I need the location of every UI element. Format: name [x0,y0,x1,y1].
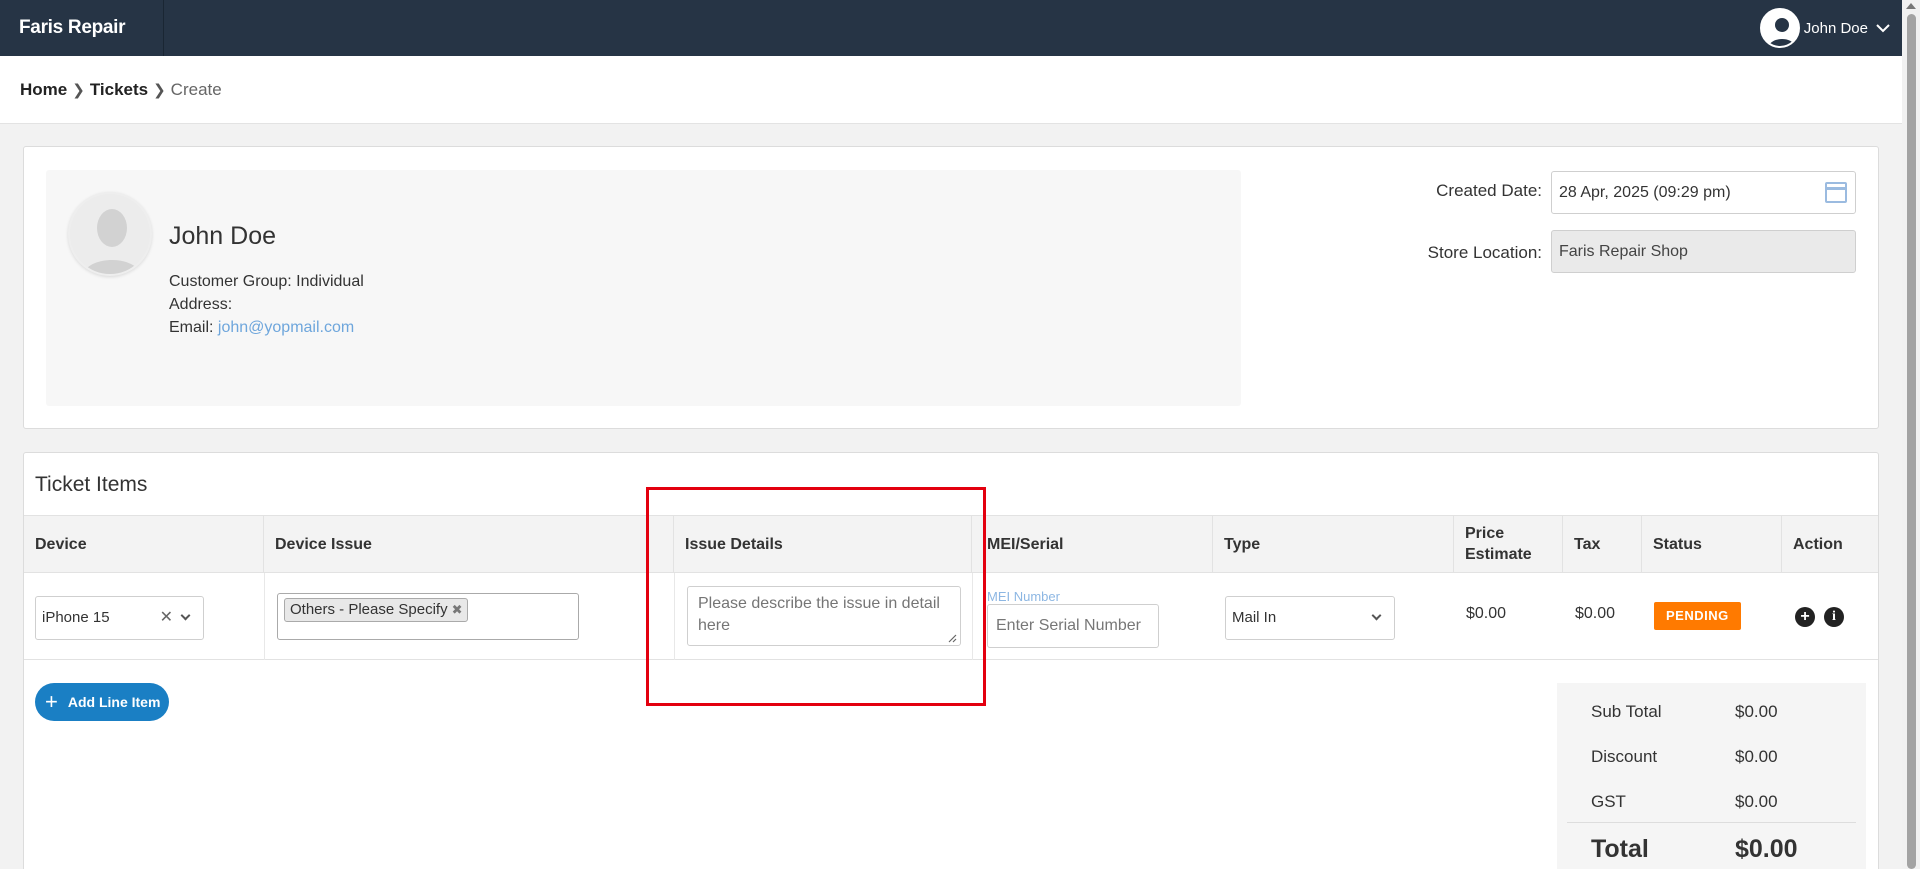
user-avatar [1759,8,1800,48]
brand-name[interactable]: Faris Repair Shop [0,0,164,94]
cell-divider [264,573,265,660]
column-action: Action [1793,535,1843,553]
info-icon[interactable]: i [1824,607,1844,627]
add-line-item-button[interactable]: + Add Line Item [35,683,169,721]
resize-grip-icon[interactable] [947,633,957,643]
store-location-input: Faris Repair Shop [1551,230,1856,273]
page-scrollbar[interactable] [1902,0,1920,869]
status-badge: PENDING [1654,602,1741,630]
chevron-down-icon [1371,610,1382,621]
cell-divider [674,573,675,660]
breadcrumb-bar: Home ❯ Tickets ❯ Create [0,56,1902,124]
ticket-items-panel: Ticket Items Device Device Issue Issue D… [23,452,1879,869]
column-device: Device [24,516,264,572]
customer-panel: John Doe Customer Group: Individual Addr… [23,146,1879,429]
discount-label: Discount [1591,747,1658,766]
totals-summary: Sub Total $0.00 Discount $0.00 GST $0.00… [1557,683,1866,869]
subtotal-value: $0.00 [1735,702,1778,721]
column-price-estimate: Price Estimate [1454,516,1563,572]
type-select[interactable]: Mail In [1225,596,1395,640]
top-navbar: Faris Repair Shop John Doe [0,0,1902,94]
breadcrumb-current: Create [170,80,222,99]
total-value: $0.00 [1735,835,1798,863]
items-table-header: Device Device Issue Issue Details MEI/Se… [24,515,1878,573]
subtotal-label: Sub Total [1591,702,1662,721]
store-location-label: Store Location: [1427,243,1542,262]
gst-value: $0.00 [1735,792,1778,811]
column-type: Type [1213,516,1454,572]
customer-address: Address: [169,296,233,313]
device-issue-select[interactable]: Others - Please Specify ✖ [277,593,579,640]
chevron-down-icon [1876,24,1890,33]
scroll-up-arrow-icon[interactable] [1906,3,1916,9]
customer-email-link[interactable]: john@yopmail.com [218,319,354,336]
chevron-right-icon: ❯ [153,82,166,99]
discount-value: $0.00 [1735,747,1778,766]
issue-details-textarea[interactable] [687,586,961,646]
calendar-icon[interactable] [1825,182,1847,203]
breadcrumb-home[interactable]: Home [20,80,67,100]
cell-divider [972,573,973,660]
clear-icon[interactable]: ✕ [160,597,173,639]
table-row: iPhone 15 ✕ Others - Please Specify✖ MEI… [24,573,1878,660]
customer-group: Customer Group: Individual [169,273,364,290]
totals-divider [1567,822,1856,823]
chevron-right-icon: ❯ [72,82,85,99]
imei-number-label: MEI Number [987,589,1060,604]
gst-label: GST [1591,792,1626,811]
add-icon[interactable]: + [1795,607,1815,627]
chevron-down-icon [180,610,191,621]
device-select[interactable]: iPhone 15 ✕ [35,596,204,640]
customer-avatar [68,192,152,276]
created-date-input[interactable]: 28 Apr, 2025 (09:29 pm) [1551,171,1856,214]
column-tax: Tax [1563,516,1642,572]
customer-card: John Doe Customer Group: Individual Addr… [46,170,1241,406]
user-menu[interactable]: John Doe [1759,0,1898,56]
ticket-items-title: Ticket Items [35,473,148,496]
total-label: Total [1591,835,1649,863]
scroll-thumb[interactable] [1907,14,1916,869]
plus-icon: + [45,689,58,714]
column-imei-serial: MEI/Serial [972,516,1213,572]
customer-email: Email: john@yopmail.com [169,319,355,336]
column-device-issue: Device Issue [264,516,674,572]
issue-tag: Others - Please Specify ✖ [284,598,469,622]
created-date-label: Created Date: [1436,181,1542,200]
remove-tag-icon[interactable]: ✖ [452,602,463,617]
tax-value: $0.00 [1575,605,1616,622]
breadcrumb: Home ❯ Tickets ❯ Create [20,80,222,100]
column-status: Status [1642,516,1782,572]
column-issue-details: Issue Details [674,516,972,572]
breadcrumb-tickets[interactable]: Tickets [90,80,148,100]
user-name: John Doe [1803,19,1868,37]
serial-number-input[interactable]: Enter Serial Number [987,604,1159,648]
customer-name: John Doe [169,222,277,250]
price-estimate-value: $0.00 [1466,605,1507,622]
